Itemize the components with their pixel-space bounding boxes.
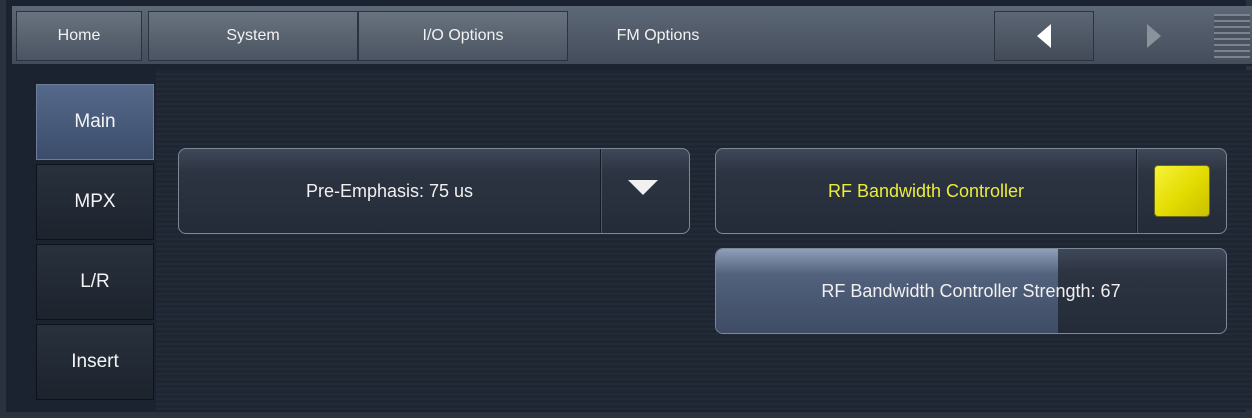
tab-label: I/O Options — [422, 27, 504, 44]
rf-bandwidth-strength-label: RF Bandwidth Controller Strength: 67 — [821, 280, 1121, 301]
app-frame: Home System I/O Options FM Options Pre-E… — [0, 0, 1252, 418]
sidebar-item-label: L/R — [80, 271, 110, 292]
tab-label: Home — [57, 27, 101, 44]
tab-io-options[interactable]: I/O Options — [358, 11, 568, 61]
sidebar-item-label: MPX — [74, 191, 116, 212]
tab-home[interactable]: Home — [16, 11, 142, 61]
top-tab-bar: Home System I/O Options FM Options — [12, 6, 1252, 66]
left-arrow-icon — [1037, 24, 1051, 48]
rf-bandwidth-controller-toggle[interactable]: RF Bandwidth Controller — [715, 148, 1227, 234]
checkbox-on-icon[interactable] — [1154, 165, 1210, 217]
dropdown-divider — [600, 149, 601, 233]
tab-label: System — [226, 27, 280, 44]
back-button[interactable] — [994, 11, 1094, 61]
pre-emphasis-label: Pre-Emphasis: 75 us — [305, 180, 474, 201]
rf-bandwidth-strength-slider[interactable]: RF Bandwidth Controller Strength: 67 — [715, 248, 1227, 334]
hamburger-icon[interactable] — [1214, 14, 1250, 60]
sidebar-item-lr[interactable]: L/R — [36, 244, 154, 320]
main-panel: Pre-Emphasis: 75 us RF Bandwidth Control… — [156, 70, 1252, 410]
sidebar-item-label: Insert — [71, 351, 119, 372]
tab-fm-options[interactable]: FM Options — [568, 11, 748, 61]
dropdown-caret-icon — [628, 180, 658, 195]
pre-emphasis-dropdown[interactable]: Pre-Emphasis: 75 us — [178, 148, 690, 234]
sidebar-item-label: Main — [74, 111, 116, 132]
sidebar-item-main[interactable]: Main — [36, 84, 154, 160]
right-arrow-icon — [1147, 24, 1161, 48]
toggle-divider — [1136, 149, 1137, 233]
sidebar-item-insert[interactable]: Insert — [36, 324, 154, 400]
rf-bandwidth-controller-label: RF Bandwidth Controller — [827, 180, 1025, 201]
tab-label: FM Options — [616, 27, 700, 44]
tab-system[interactable]: System — [148, 11, 358, 61]
forward-button[interactable] — [1104, 11, 1204, 61]
sidebar-item-mpx[interactable]: MPX — [36, 164, 154, 240]
